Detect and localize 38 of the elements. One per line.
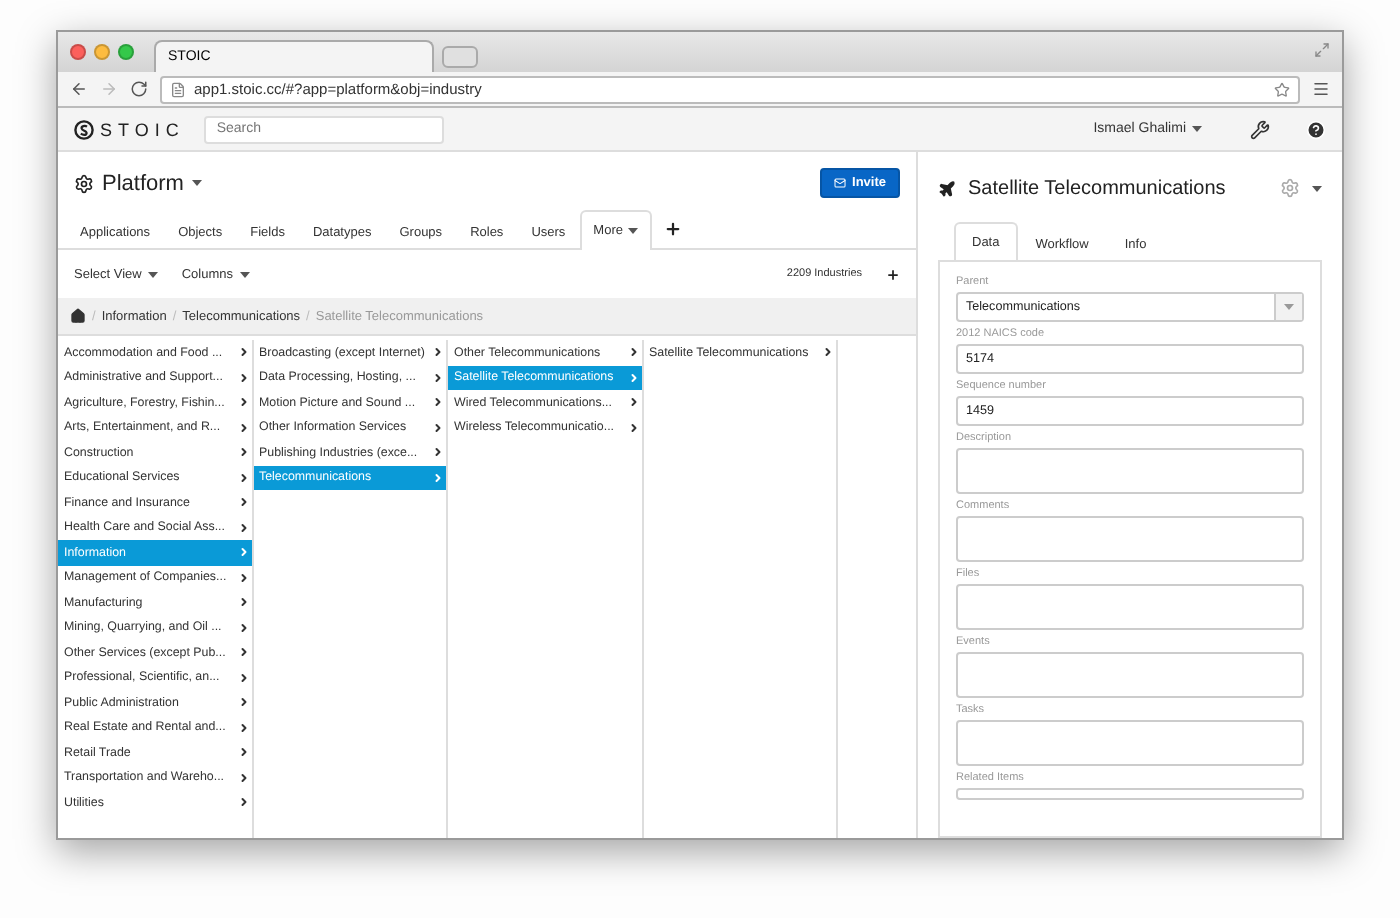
caret-icon — [1192, 126, 1202, 132]
reload-icon[interactable] — [130, 80, 148, 98]
caret-icon — [628, 228, 639, 234]
logo[interactable]: STOIC — [74, 119, 185, 139]
settings-icon[interactable] — [1280, 178, 1300, 198]
input-field[interactable] — [956, 584, 1304, 630]
logo-icon — [74, 119, 94, 139]
caret-icon — [147, 271, 158, 277]
mail-icon — [834, 176, 847, 190]
close-light[interactable] — [70, 44, 86, 60]
input-field[interactable] — [956, 516, 1304, 562]
page-icon — [170, 81, 186, 97]
caret-icon — [1312, 185, 1322, 191]
input-field[interactable] — [956, 652, 1304, 698]
input-field[interactable] — [956, 448, 1304, 494]
app-title[interactable]: Platform — [102, 171, 184, 195]
caret-icon — [239, 271, 249, 277]
home-icon[interactable] — [70, 308, 86, 324]
plane-icon — [938, 179, 956, 197]
zoom-light[interactable] — [118, 44, 134, 60]
minimize-light[interactable] — [94, 44, 110, 60]
forward-icon[interactable] — [100, 80, 118, 98]
caret-icon — [191, 180, 202, 186]
input-field[interactable] — [956, 788, 1304, 800]
star-icon[interactable] — [1274, 81, 1290, 97]
back-icon[interactable] — [70, 80, 88, 98]
new-tab-button[interactable] — [442, 46, 478, 68]
fullscreen-icon[interactable] — [1314, 42, 1330, 58]
add-icon[interactable] — [886, 267, 900, 281]
help-icon[interactable] — [1306, 119, 1326, 139]
input-field[interactable] — [956, 720, 1304, 766]
caret-icon — [1284, 304, 1294, 310]
menu-icon[interactable] — [1312, 80, 1330, 98]
chevron-icon — [822, 346, 834, 359]
wrench-icon[interactable] — [1250, 119, 1270, 139]
record-title: Satellite Telecommunications — [968, 177, 1226, 199]
add-icon[interactable] — [664, 220, 683, 238]
gears-icon — [74, 173, 94, 193]
